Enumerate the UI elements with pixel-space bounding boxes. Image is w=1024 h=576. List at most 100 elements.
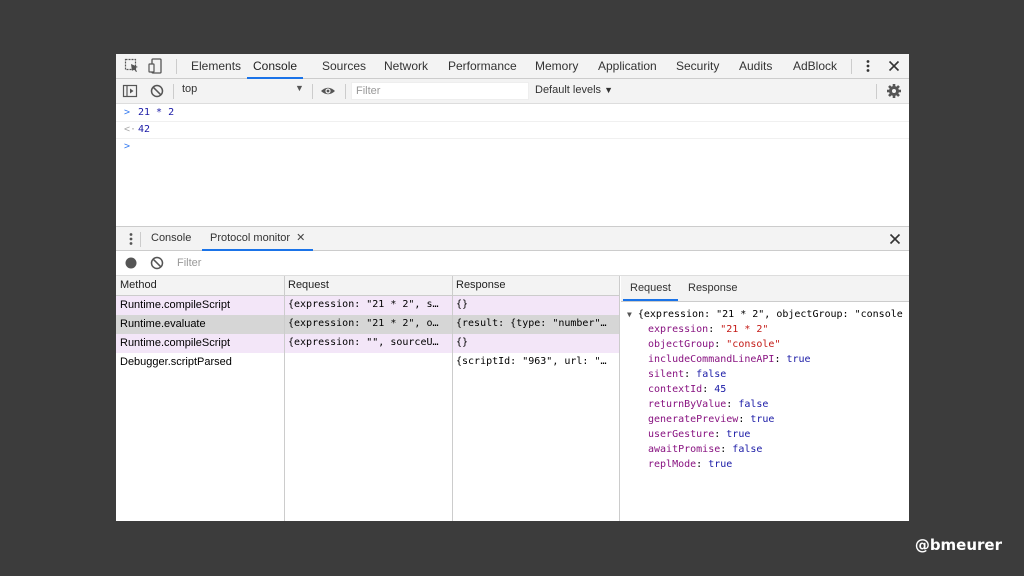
details-tab-request[interactable]: Request [623,276,678,301]
clear-log-icon[interactable] [149,255,165,271]
toolbar-divider [312,84,313,99]
gear-icon[interactable] [886,83,902,99]
protocol-filter-placeholder: Filter [177,257,202,269]
object-property: contextId: 45 [648,384,727,395]
column-header-method[interactable]: Method [116,276,284,296]
console-prompt[interactable]: > [116,139,909,156]
request-cell: {expression: "", sourceU… [288,337,439,348]
property-key: generatePreview [648,414,739,425]
console-filter-placeholder: Filter [356,85,381,97]
property-value: true [786,354,811,365]
property-key: userGesture [648,429,715,440]
method-cell: Runtime.evaluate [120,318,206,330]
property-key: replMode [648,459,697,470]
tab-performance[interactable]: Performance [448,54,517,79]
close-tab-icon[interactable]: ✕ [296,232,305,244]
devtools-window: Elements Console Sources Network Perform… [116,54,909,521]
author-handle: @bmeurer [914,536,1002,554]
tab-application[interactable]: Application [598,54,657,79]
details-tab-bar: Request Response [621,276,909,302]
tab-adblock[interactable]: AdBlock [793,54,837,79]
clear-console-icon[interactable] [149,83,165,99]
main-tab-bar: Elements Console Sources Network Perform… [116,54,909,79]
object-property: objectGroup: "console" [648,339,781,350]
toolbar-divider [876,84,877,99]
column-divider[interactable] [284,276,285,521]
log-levels-dropdown[interactable]: Default levels ▼ [535,84,613,96]
tab-audits[interactable]: Audits [739,54,772,79]
object-summary[interactable]: ▼ {expression: "21 * 2", objectGroup: "c… [627,309,903,320]
return-value-icon: <· [124,124,137,135]
device-toolbar-icon[interactable] [148,58,164,74]
property-key: expression [648,324,709,335]
eye-icon[interactable] [320,83,336,99]
property-value: true [726,429,751,440]
table-row[interactable]: Runtime.compileScript {expression: "21 *… [116,296,619,315]
object-property: awaitPromise: false [648,444,763,455]
tab-console[interactable]: Console [247,54,304,79]
toolbar-divider [851,59,852,74]
object-property: returnByValue: false [648,399,769,410]
expand-triangle-icon[interactable]: ▼ [627,310,632,319]
table-row[interactable]: Runtime.evaluate {expression: "21 * 2", … [116,315,619,334]
prompt-icon: > [124,107,131,118]
table-row[interactable]: Runtime.compileScript {expression: "", s… [116,334,619,353]
tab-elements[interactable]: Elements [191,54,241,79]
table-row[interactable]: Debugger.scriptParsed {scriptId: "963", … [116,353,619,372]
show-sidebar-icon[interactable] [122,83,138,99]
property-key: objectGroup [648,339,715,350]
more-options-icon[interactable] [860,58,876,74]
record-icon[interactable] [123,255,139,271]
column-header-request[interactable]: Request [284,276,452,296]
property-value: "console" [726,339,781,350]
tab-network[interactable]: Network [384,54,428,79]
object-property: includeCommandLineAPI: true [648,354,811,365]
property-key: contextId [648,384,703,395]
console-input-line: > 21 * 2 [116,105,909,122]
property-key: returnByValue [648,399,727,410]
response-cell: {} [456,337,469,348]
protocol-filter-input[interactable]: Filter [174,254,474,272]
property-value: true [750,414,775,425]
context-selector[interactable]: top [182,83,197,95]
console-toolbar: top ▼ Filter Default levels ▼ [116,79,909,104]
method-cell: Runtime.compileScript [120,337,231,349]
property-value: "21 * 2" [720,324,769,335]
object-property: userGesture: true [648,429,751,440]
object-property: silent: false [648,369,727,380]
property-key: includeCommandLineAPI [648,354,775,365]
response-cell: {} [456,299,469,310]
drawer-tab-bar: Console Protocol monitor ✕ [116,226,909,251]
request-cell [284,353,452,372]
close-drawer-icon[interactable] [887,231,903,247]
details-tab-response[interactable]: Response [688,276,738,301]
property-key: silent [648,369,685,380]
drawer-tab-label: Protocol monitor [210,232,291,244]
drawer-tab-console[interactable]: Console [151,227,191,251]
request-cell: {expression: "21 * 2", s… [288,299,439,310]
inspect-element-icon[interactable] [124,58,140,74]
object-property: generatePreview: true [648,414,775,425]
tab-security[interactable]: Security [676,54,719,79]
chevron-down-icon[interactable]: ▼ [295,83,304,93]
details-pane: Request Response ▼ {expression: "21 * 2"… [621,276,909,521]
method-cell: Debugger.scriptParsed [120,356,232,368]
tab-sources[interactable]: Sources [322,54,366,79]
console-command: 21 * 2 [138,107,175,118]
method-cell: Runtime.compileScript [120,299,231,311]
response-cell: {scriptId: "963", url: "… [456,356,607,367]
protocol-data-grid: Method Request Response Runtime.compileS… [116,276,620,521]
column-header-response[interactable]: Response [452,276,619,296]
column-divider[interactable] [452,276,453,521]
close-devtools-icon[interactable] [886,58,902,74]
drawer-tab-protocol-monitor[interactable]: Protocol monitor ✕ [202,227,314,251]
drawer-menu-icon[interactable] [123,231,139,247]
response-cell: {result: {type: "number"… [456,318,607,329]
tab-memory[interactable]: Memory [535,54,578,79]
log-levels-label: Default levels [535,84,602,96]
toolbar-divider [173,84,174,99]
property-value: false [732,444,763,455]
console-result-line: <· 42 [116,122,909,139]
chevron-down-icon: ▼ [604,85,614,95]
property-key: awaitPromise [648,444,721,455]
